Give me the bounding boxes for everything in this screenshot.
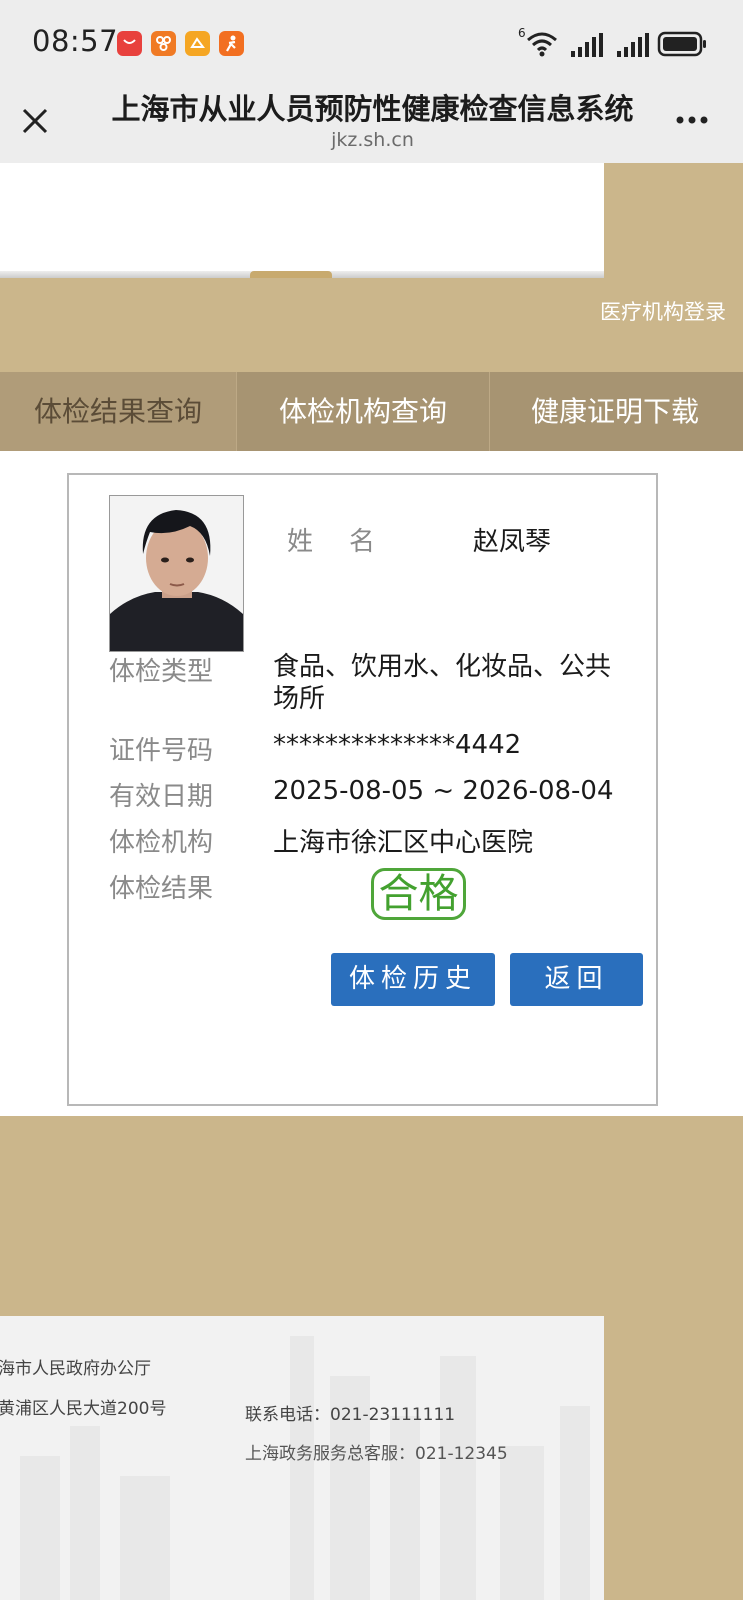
exam-institution-value: 上海市徐汇区中心医院 [273,828,534,858]
more-icon [676,116,708,124]
wifi-icon [522,28,560,58]
footer-phone: 联系电话：021-23111111 [245,1405,456,1425]
id-number-label: 证件号码 [109,736,214,766]
back-button[interactable]: 返回 [510,953,643,1006]
app-yellow-icon [185,31,210,56]
name-label: 姓名 [287,527,412,557]
close-button[interactable] [14,100,56,142]
status-time: 08:57 [32,24,119,58]
footer-address: 黄浦区人民大道200号 [0,1399,167,1419]
huawei-store-icon [117,31,142,56]
nav-bar: 体检结果查询 体检机构查询 健康证明下载 [0,372,743,451]
exam-result-label: 体检结果 [109,874,214,904]
person-photo [109,495,244,652]
institution-login-link[interactable]: 医疗机构登录 [600,296,726,326]
signal-2-icon [617,33,649,57]
exam-type-label: 体检类型 [109,657,214,687]
tab-exam-institution-query[interactable]: 体检机构查询 [237,372,490,451]
banner-tab-indicator [250,271,332,278]
app-runner-icon [219,31,244,56]
footer-service-hotline: 上海政务服务总客服：021-12345 [245,1444,508,1464]
app-orange-icon [151,31,176,56]
tab-health-cert-download[interactable]: 健康证明下载 [490,372,740,451]
close-icon [22,108,48,134]
page-title: 上海市从业人员预防性健康检查信息系统 [111,92,634,126]
exam-type-value: 食品、饮用水、化妆品、公共场所 [273,652,612,714]
valid-date-value: 2025-08-05 ~ 2026-08-04 [273,776,614,806]
exam-history-button[interactable]: 体检历史 [331,953,495,1006]
valid-date-label: 有效日期 [109,782,214,812]
signal-1-icon [571,33,603,57]
exam-result-stamp: 合格 [371,868,466,920]
header-banner [0,163,604,278]
footer-office: 海市人民政府办公厅 [0,1359,151,1379]
exam-institution-label: 体检机构 [109,828,214,858]
name-value: 赵凤琴 [473,527,552,557]
page-url: jkz.sh.cn [331,129,414,151]
more-button[interactable] [672,105,712,135]
wifi-label: 6 [518,26,526,40]
id-number-value: **************4442 [273,730,522,760]
tab-exam-result-query[interactable]: 体检结果查询 [0,372,237,451]
battery-icon [657,30,709,58]
